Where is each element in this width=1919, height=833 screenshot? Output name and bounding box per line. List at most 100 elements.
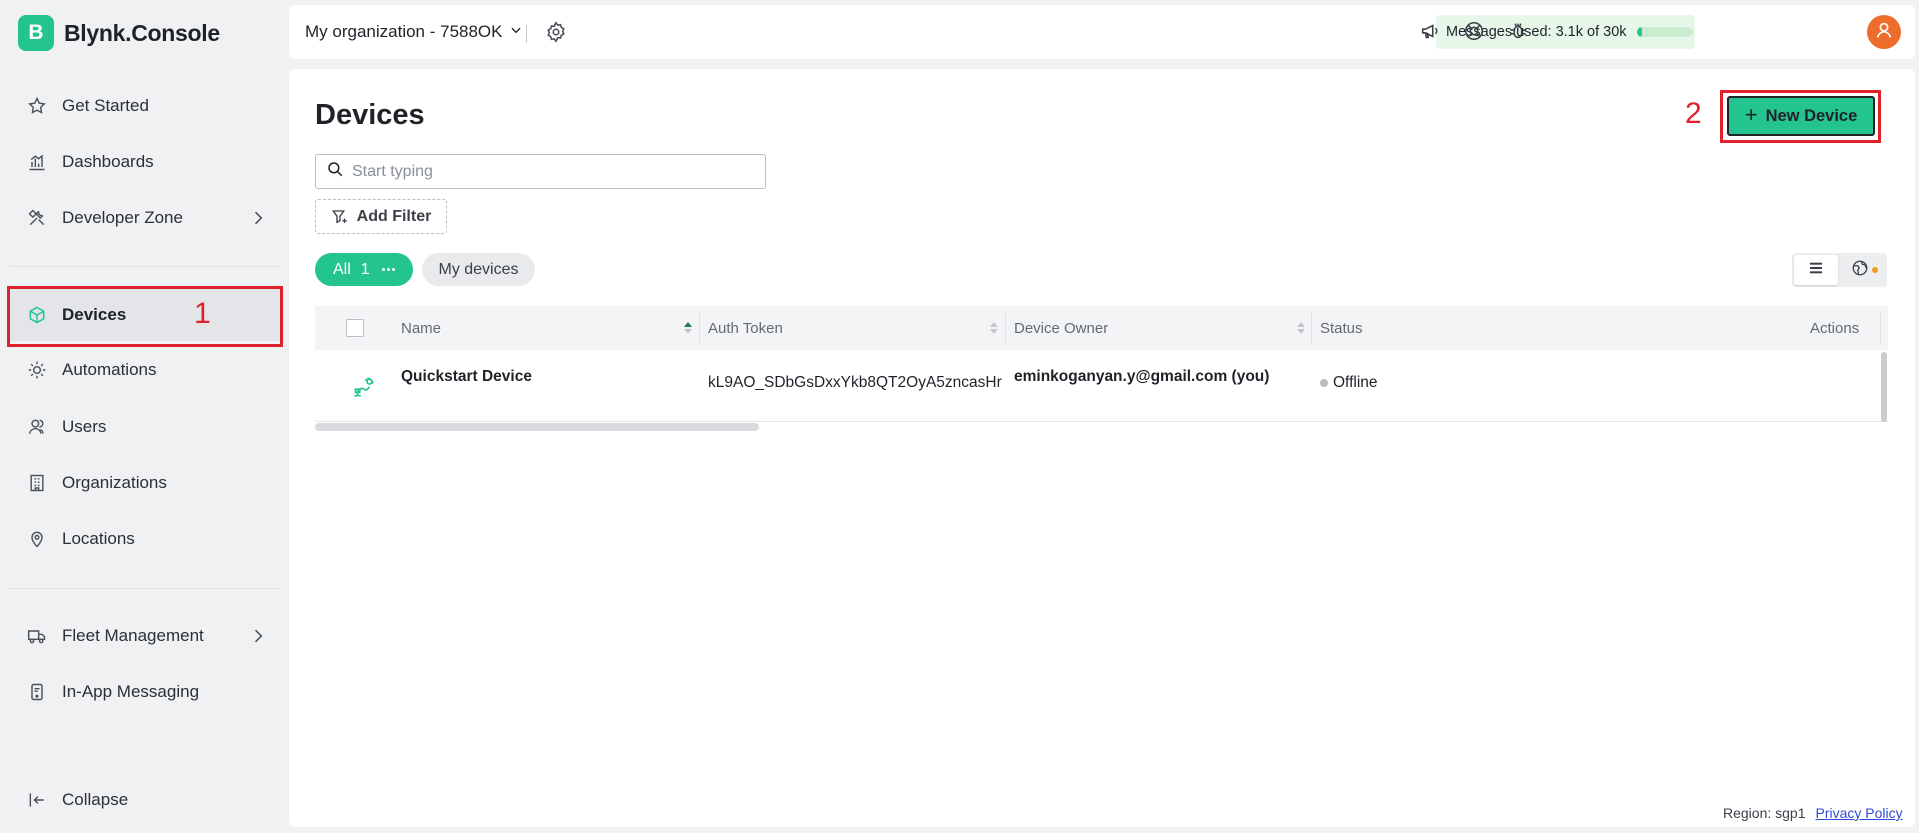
- add-filter-button[interactable]: Add Filter: [315, 199, 447, 234]
- column-header-name[interactable]: Name: [401, 306, 441, 350]
- column-header-status[interactable]: Status: [1320, 306, 1363, 350]
- messaging-icon: [26, 681, 48, 703]
- users-icon: [26, 416, 48, 438]
- sidebar-item-organizations[interactable]: Organizations: [10, 457, 280, 509]
- sidebar-item-get-started[interactable]: Get Started: [10, 80, 280, 132]
- list-view-button[interactable]: [1794, 255, 1838, 285]
- filter-tab-all-count: 1: [360, 260, 370, 278]
- sidebar-item-automations[interactable]: Automations: [10, 344, 280, 396]
- brand[interactable]: B Blynk.Console: [18, 15, 220, 51]
- add-filter-label: Add Filter: [356, 207, 432, 225]
- annotation-box-devices: [7, 286, 283, 347]
- search-input[interactable]: [352, 162, 752, 181]
- device-search[interactable]: [315, 154, 766, 189]
- table-row[interactable]: Quickstart Device kL9AO_SDbGsDxxYkb8QT2O…: [315, 350, 1888, 422]
- device-owner: eminkoganyan.y@gmail.com (you): [1014, 368, 1270, 385]
- organization-separator: [526, 25, 527, 43]
- messages-usage-bar-fill: [1636, 27, 1643, 37]
- status-offline-dot: [1320, 379, 1328, 387]
- sidebar-item-dashboards[interactable]: Dashboards: [10, 136, 280, 188]
- collapse-icon: [26, 789, 48, 811]
- map-view-button[interactable]: [1838, 255, 1882, 285]
- privacy-policy-link[interactable]: Privacy Policy: [1816, 805, 1903, 821]
- sort-auth-token-icon[interactable]: [990, 322, 998, 334]
- column-header-actions: Actions: [1810, 319, 1860, 337]
- footer: Region: sgp1 Privacy Policy: [1723, 805, 1903, 821]
- sidebar-item-locations[interactable]: Locations: [10, 513, 280, 565]
- sidebar-item-label: Locations: [62, 529, 135, 548]
- truck-icon: [26, 625, 48, 647]
- column-separator: [1311, 312, 1312, 344]
- location-pin-icon: [26, 528, 48, 550]
- plus-icon: +: [1744, 102, 1758, 127]
- sidebar-item-developer-zone[interactable]: Developer Zone: [10, 192, 280, 244]
- filter-add-icon: [331, 208, 349, 226]
- select-all-checkbox[interactable]: [346, 306, 364, 350]
- new-device-label: New Device: [1765, 106, 1858, 125]
- sidebar-item-label: Users: [62, 417, 107, 436]
- organization-name: My organization - 7588OK: [305, 22, 503, 41]
- bug-icon: [1507, 20, 1529, 47]
- region-label: Region: sgp1: [1723, 805, 1806, 821]
- sidebar-item-users[interactable]: Users: [10, 401, 280, 453]
- sidebar-item-fleet-management[interactable]: Fleet Management: [10, 610, 280, 662]
- organization-selector[interactable]: My organization - 7588OK: [305, 22, 523, 42]
- column-separator: [1005, 312, 1006, 344]
- megaphone-icon: [1419, 20, 1441, 47]
- main-content: Devices 2 + New Device Add Filter All 1 …: [289, 69, 1915, 827]
- chevron-right-icon: [248, 626, 268, 651]
- sort-device-owner-icon[interactable]: [1297, 322, 1305, 334]
- organization-settings-button[interactable]: [545, 21, 567, 48]
- help-lifebuoy-icon: [1463, 20, 1485, 47]
- annotation-number-2: 2: [1685, 97, 1702, 130]
- sidebar-item-label: Organizations: [62, 473, 167, 492]
- device-auth-token[interactable]: kL9AO_SDbGsDxxYkb8QT2OyA5zncasHr: [708, 374, 1002, 392]
- column-separator: [1880, 312, 1881, 344]
- globe-icon: [1851, 259, 1869, 282]
- sidebar-item-label: Get Started: [62, 96, 149, 115]
- table-horizontal-scrollbar[interactable]: [315, 423, 759, 431]
- device-name-link[interactable]: Quickstart Device: [401, 368, 532, 386]
- report-bug-button[interactable]: [1506, 21, 1530, 45]
- sidebar-divider: [10, 266, 280, 267]
- sidebar: B Blynk.Console Get Started Dashboards D…: [0, 0, 288, 833]
- devices-table-header: Name Auth Token Device Owner Status Acti…: [315, 306, 1888, 350]
- messages-usage-value: 3.1k of 30k: [1555, 24, 1627, 40]
- messages-usage-bar: [1636, 27, 1693, 37]
- device-status: Offline: [1320, 374, 1378, 392]
- list-icon: [1808, 260, 1824, 281]
- filter-tab-my-devices[interactable]: My devices: [422, 253, 535, 286]
- device-status-label: Offline: [1333, 374, 1378, 391]
- sidebar-divider: [10, 588, 280, 589]
- announcements-button[interactable]: [1418, 21, 1442, 45]
- search-icon: [326, 160, 344, 183]
- sidebar-collapse-button[interactable]: Collapse: [10, 774, 280, 826]
- column-header-auth-token[interactable]: Auth Token: [708, 306, 783, 350]
- sort-name-icon[interactable]: [684, 322, 692, 334]
- filter-tab-all[interactable]: All 1: [315, 253, 413, 286]
- user-avatar-button[interactable]: [1867, 15, 1901, 49]
- filter-tab-all-label: All: [333, 260, 351, 278]
- sidebar-item-label: Developer Zone: [62, 208, 183, 227]
- filter-tab-my-devices-label: My devices: [438, 260, 519, 278]
- view-toggle: [1792, 253, 1887, 287]
- brand-name: Blynk.Console: [64, 19, 220, 46]
- column-header-device-owner[interactable]: Device Owner: [1014, 306, 1108, 350]
- device-icon: [350, 374, 376, 400]
- table-vertical-scrollbar[interactable]: [1881, 352, 1887, 422]
- help-button[interactable]: [1462, 21, 1486, 45]
- tools-icon: [26, 207, 48, 229]
- checkbox[interactable]: [346, 319, 364, 337]
- sidebar-item-in-app-messaging[interactable]: In-App Messaging: [10, 666, 280, 718]
- user-avatar-icon: [1873, 19, 1895, 46]
- more-dots-icon: [381, 268, 395, 271]
- map-indicator-dot: [1872, 267, 1878, 273]
- column-separator: [699, 312, 700, 344]
- chevron-down-icon: [509, 22, 523, 42]
- sidebar-item-label: Fleet Management: [62, 626, 204, 645]
- gear-icon: [545, 21, 567, 47]
- building-icon: [26, 472, 48, 494]
- chevron-right-icon: [248, 208, 268, 233]
- automation-icon: [26, 359, 48, 381]
- new-device-button[interactable]: + New Device: [1727, 96, 1875, 136]
